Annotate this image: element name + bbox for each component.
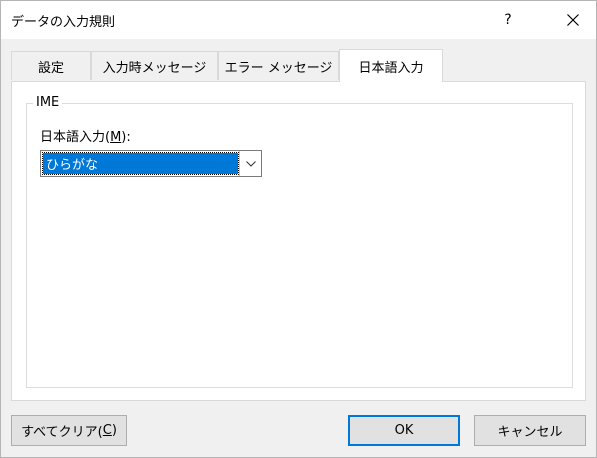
ime-mode-label-mnemonic: M (110, 130, 122, 145)
tab-panel-ime: IME 日本語入力(M): ひらがな (11, 81, 586, 401)
title-bar: データの入力規則 ? (1, 1, 596, 39)
ime-groupbox: IME 日本語入力(M): ひらがな (26, 95, 573, 388)
close-button[interactable] (550, 1, 596, 39)
dropdown-arrow-button[interactable] (239, 151, 261, 176)
dialog-title: データの入力規則 (11, 15, 116, 30)
tab-input-message[interactable]: 入力時メッセージ (91, 51, 218, 80)
cancel-button[interactable]: キャンセル (474, 415, 586, 446)
close-icon (567, 14, 579, 26)
ime-mode-label-suffix: ): (121, 130, 131, 145)
ime-group-label: IME (33, 95, 63, 110)
clear-all-label-prefix: すべてクリア( (21, 425, 103, 440)
clear-all-label-mnemonic: C (102, 423, 112, 438)
help-button[interactable]: ? (486, 1, 530, 39)
data-validation-dialog: データの入力規則 ? 設定 入力時メッセージ エラー メッセージ 日本語入力 I… (0, 0, 597, 458)
ok-button[interactable]: OK (348, 415, 460, 446)
ime-mode-label-prefix: 日本語入力( (40, 130, 111, 145)
tab-strip: 設定 入力時メッセージ エラー メッセージ 日本語入力 (11, 49, 586, 82)
clear-all-button[interactable]: すべてクリア(C) (11, 415, 127, 446)
tab-settings[interactable]: 設定 (11, 51, 91, 80)
ime-mode-label: 日本語入力(M): (40, 126, 131, 145)
tab-ime[interactable]: 日本語入力 (339, 49, 443, 82)
ime-mode-selected-value[interactable]: ひらがな (42, 152, 239, 175)
clear-all-label-suffix: ) (111, 423, 117, 438)
ime-mode-dropdown[interactable]: ひらがな (40, 150, 262, 177)
chevron-down-icon (245, 160, 256, 167)
tab-error-message[interactable]: エラー メッセージ (218, 51, 339, 80)
